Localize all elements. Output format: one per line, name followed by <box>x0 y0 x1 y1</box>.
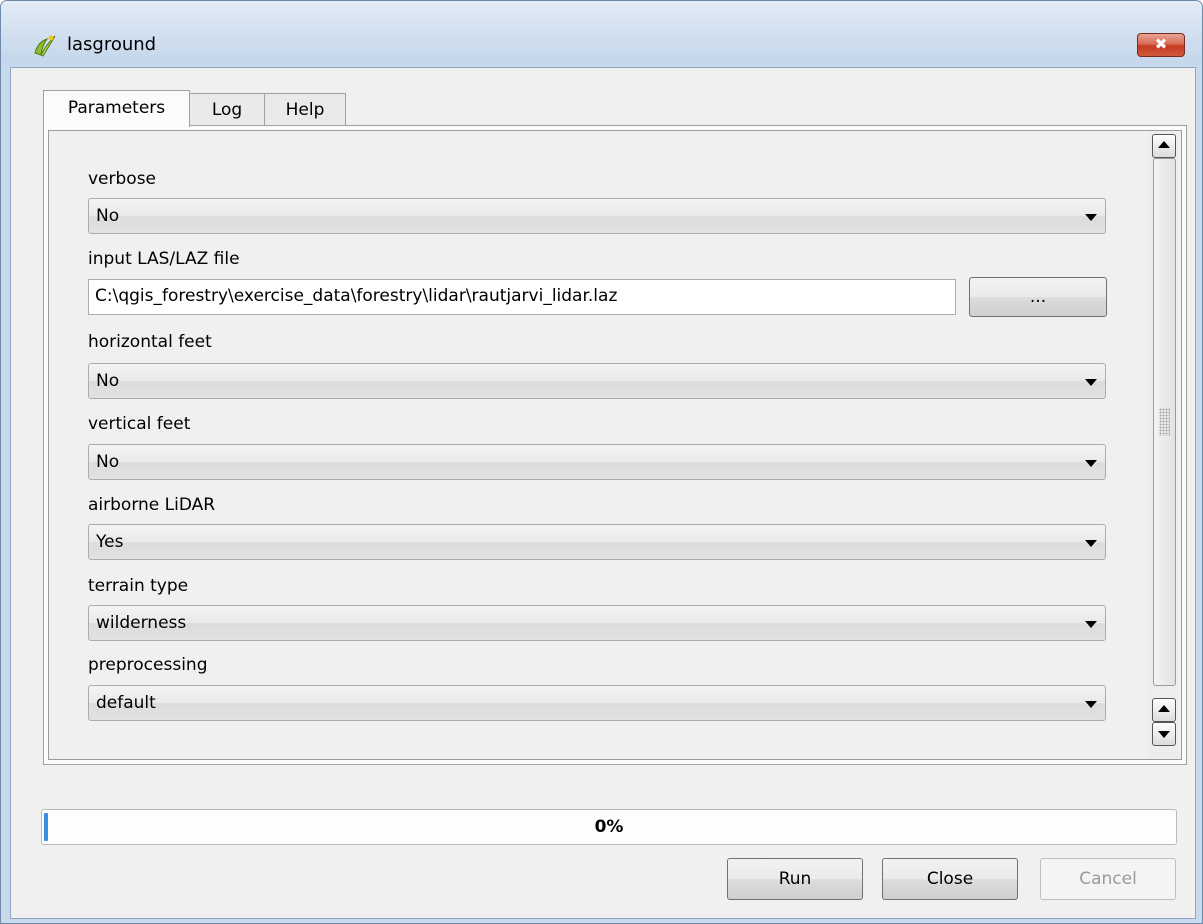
terrain-type-label: terrain type <box>88 576 189 596</box>
title-bar: lasground ✖ <box>1 1 1202 65</box>
horizontal-feet-select[interactable]: No <box>88 363 1106 399</box>
qgis-icon <box>34 35 56 57</box>
preprocessing-label: preprocessing <box>88 655 208 675</box>
chevron-down-icon <box>1077 364 1105 398</box>
tab-log[interactable]: Log <box>188 93 266 126</box>
chevron-down-icon <box>1077 525 1105 559</box>
airborne-lidar-value: Yes <box>96 532 124 552</box>
scroll-up-icon[interactable] <box>1152 698 1176 722</box>
scrollbar-thumb[interactable] <box>1153 158 1176 686</box>
tab-parameters[interactable]: Parameters <box>43 90 190 127</box>
verbose-value: No <box>96 206 120 226</box>
airborne-lidar-select[interactable]: Yes <box>88 524 1106 560</box>
scroll-down-icon[interactable] <box>1152 722 1176 746</box>
vertical-feet-value: No <box>96 452 120 472</box>
dialog-window: lasground ✖ Parameters Log Help verbose … <box>0 0 1203 924</box>
horizontal-feet-label: horizontal feet <box>88 332 212 352</box>
close-button[interactable]: Close <box>882 858 1018 900</box>
progress-bar: 0% <box>41 809 1177 845</box>
browse-button[interactable]: ... <box>969 277 1107 317</box>
chevron-down-icon <box>1077 606 1105 640</box>
window-title: lasground <box>67 34 157 55</box>
chevron-down-icon <box>1077 445 1105 479</box>
parameters-panel: verbose No input LAS/LAZ file ... horizo… <box>43 125 1187 765</box>
tab-help[interactable]: Help <box>264 93 346 126</box>
terrain-type-value: wilderness <box>96 613 187 633</box>
cancel-button[interactable]: Cancel <box>1040 858 1176 900</box>
chevron-down-icon <box>1077 199 1105 233</box>
scroll-up-icon[interactable] <box>1152 134 1176 158</box>
grip-icon <box>1159 408 1170 436</box>
progress-text: 0% <box>594 817 624 837</box>
airborne-lidar-label: airborne LiDAR <box>88 495 216 515</box>
terrain-type-select[interactable]: wilderness <box>88 605 1106 641</box>
input-file-label: input LAS/LAZ file <box>88 249 240 269</box>
input-file-text[interactable] <box>89 280 945 312</box>
preprocessing-value: default <box>96 693 156 713</box>
verbose-select[interactable]: No <box>88 198 1106 234</box>
horizontal-feet-value: No <box>96 371 120 391</box>
dialog-client-area: Parameters Log Help verbose No input LAS… <box>10 67 1196 919</box>
window-close-button[interactable]: ✖ <box>1137 33 1185 57</box>
vertical-scrollbar[interactable] <box>1149 131 1179 759</box>
vertical-feet-label: vertical feet <box>88 414 191 434</box>
parameters-scroll-area: verbose No input LAS/LAZ file ... horizo… <box>48 130 1182 760</box>
chevron-down-icon <box>1077 686 1105 720</box>
vertical-feet-select[interactable]: No <box>88 444 1106 480</box>
run-button[interactable]: Run <box>727 858 863 900</box>
verbose-label: verbose <box>88 169 157 189</box>
preprocessing-select[interactable]: default <box>88 685 1106 721</box>
input-file-field[interactable] <box>88 279 956 315</box>
